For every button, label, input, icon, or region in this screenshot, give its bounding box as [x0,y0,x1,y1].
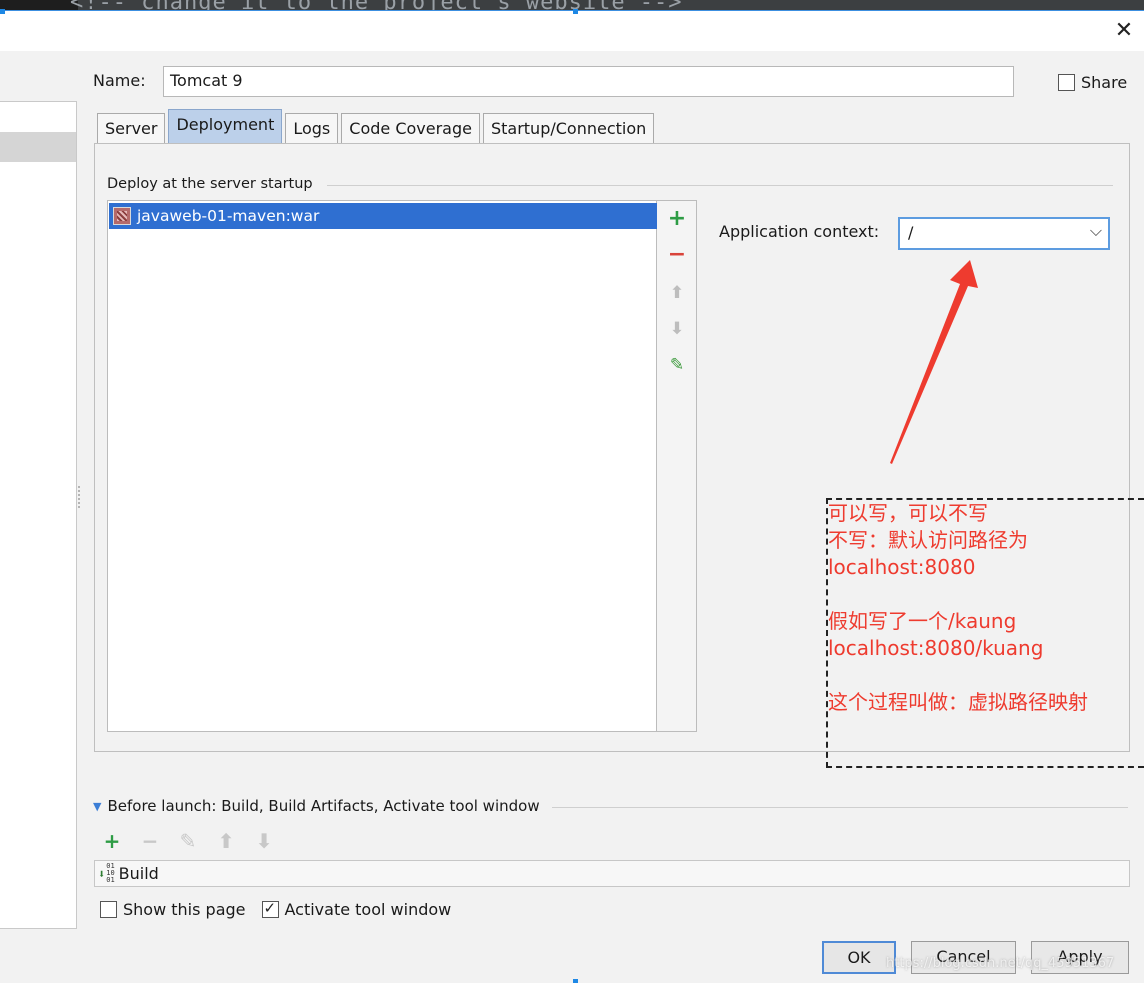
share-checkbox[interactable]: Share [1058,73,1127,92]
activate-tool-window-label: Activate tool window [284,900,452,919]
annotation-line: 这个过程叫做：虚拟路径映射 [828,690,1088,714]
collapse-triangle-icon[interactable]: ▼ [93,800,101,813]
application-context-combo[interactable]: / ⌵ [898,217,1110,250]
annotation-line: localhost:8080 [828,555,976,579]
selection-handle [573,979,578,983]
move-down-icon[interactable]: ⬇ [665,317,689,341]
annotation-line: 不写：默认访问路径为 [828,528,1028,552]
tab-server[interactable]: Server [97,113,166,143]
dialog-title-bar [0,11,1144,51]
activate-tool-window-checkbox[interactable] [261,899,279,918]
launch-options: Show this page Activate tool window [100,899,452,919]
application-context-label: Application context: [719,222,880,241]
artifact-name: javaweb-01-maven:war [137,207,320,225]
tab-deployment[interactable]: Deployment [168,109,283,143]
artifact-list[interactable]: javaweb-01-maven:war [107,200,657,732]
name-label: Name: [93,71,146,90]
edit-icon[interactable]: ✎ [176,829,200,853]
annotation-text: 可以写，可以不写 不写：默认访问路径为 localhost:8080 假如写了一… [828,500,1088,716]
application-context-value: / [908,223,914,242]
selection-handle [0,9,5,14]
list-item[interactable]: javaweb-01-maven:war [109,203,657,229]
annotation-arrow [890,260,978,464]
show-page-checkbox[interactable] [100,901,117,918]
annotation-line [828,581,1088,608]
war-artifact-icon [113,207,131,225]
annotation-line [828,662,1088,689]
show-page-label: Show this page [123,900,246,919]
share-label: Share [1081,73,1128,92]
edit-icon[interactable]: ✎ [665,353,689,377]
annotation-line: localhost:8080/kuang [828,636,1044,660]
share-checkbox-box[interactable] [1058,74,1075,91]
move-down-icon[interactable]: ⬇ [252,829,276,853]
configuration-tree[interactable] [0,101,77,929]
name-field[interactable]: Tomcat 9 [163,66,1014,97]
add-icon[interactable]: + [665,207,689,231]
artifact-toolbar: + − ⬆ ⬇ ✎ [657,200,697,732]
remove-icon[interactable]: − [665,243,689,267]
run-configuration-dialog: ✕ Name: Tomcat 9 Share Server Deployment… [0,9,1144,983]
tab-code-coverage[interactable]: Code Coverage [341,113,480,143]
tab-startup-connection[interactable]: Startup/Connection [482,113,655,143]
chevron-down-icon[interactable]: ⌵ [1090,221,1102,241]
list-item[interactable]: Build [119,864,159,883]
close-icon[interactable]: ✕ [1110,17,1138,45]
move-up-icon[interactable]: ⬆ [214,829,238,853]
tab-logs[interactable]: Logs [285,113,339,143]
before-launch-list[interactable]: ⬇ 01 10 01 Build [94,860,1130,887]
remove-icon[interactable]: − [138,829,162,853]
config-tabs: Server Deployment Logs Code Coverage Sta… [97,109,655,143]
section-divider [327,185,1113,186]
build-icon: ⬇ 01 10 01 [98,862,115,884]
selection-handle [573,9,578,14]
selected-tree-item[interactable] [0,132,76,162]
annotation-line: 可以写，可以不写 [828,501,988,525]
before-launch-header[interactable]: ▼ Before launch: Build, Build Artifacts,… [93,797,540,815]
before-launch-toolbar: + − ✎ ⬆ ⬇ [100,829,276,853]
panel-splitter[interactable] [78,486,81,508]
add-icon[interactable]: + [100,829,124,853]
before-launch-label: Before launch: Build, Build Artifacts, A… [107,797,540,815]
section-divider [552,807,1128,808]
move-up-icon[interactable]: ⬆ [665,281,689,305]
deploy-section-title: Deploy at the server startup [107,176,313,192]
watermark: https://blog.csdn.net/qq_45951367 [886,956,1115,971]
ok-button[interactable]: OK [822,941,896,974]
annotation-line: 假如写了一个/kaung [828,609,1017,633]
